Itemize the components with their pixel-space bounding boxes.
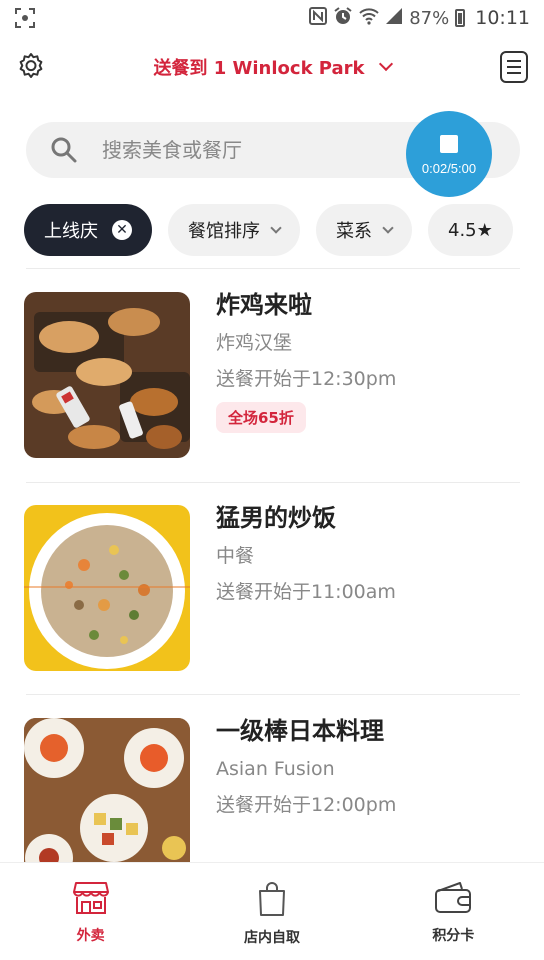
tab-label: 积分卡 [432,928,475,944]
divider [26,482,520,483]
delivery-address-selector[interactable]: 送餐到 1 Winlock Park [153,54,393,80]
divider [26,268,520,269]
tab-pickup[interactable]: 店内自取 [181,863,362,960]
settings-button[interactable] [14,50,48,84]
restaurant-delivery-time: 送餐开始于12:00pm [216,794,397,816]
restaurant-name: 一级棒日本料理 [216,717,384,745]
restaurant-image [24,505,190,671]
clock: 10:11 [475,7,530,29]
restaurant-cuisine: Asian Fusion [216,758,335,780]
filter-chip-label: 餐馆排序 [188,221,260,242]
bottom-navigation: 外卖 店内自取 积分卡 [0,862,544,960]
filter-chips: 上线庆 ✕ 餐馆排序 菜系 4.5★ [24,204,544,258]
filter-chip-sort[interactable]: 餐馆排序 [168,204,300,256]
status-bar: 87% 10:11 [0,0,544,36]
nfc-icon [309,7,328,29]
gear-icon [19,53,43,78]
storefront-icon [72,882,109,914]
filter-chip-rating[interactable]: 4.5★ [428,204,513,256]
battery-icon [455,9,466,27]
restaurant-name: 炸鸡来啦 [216,291,312,319]
delivery-address-label: 送餐到 1 Winlock Park [153,58,365,79]
search-icon [51,137,77,163]
divider [26,694,520,695]
record-timer: 0:02/5:00 [421,160,477,176]
stop-icon [440,134,458,153]
list-icon [507,60,521,62]
restaurant-name: 猛男的炒饭 [216,504,336,532]
wifi-icon [359,7,379,29]
restaurant-image [24,718,190,884]
tab-label: 外卖 [76,928,105,944]
shopping-bag-icon [258,882,285,916]
chevron-down-icon [270,221,282,234]
promo-badge: 全场65折 [216,402,306,433]
restaurant-card[interactable]: 猛男的炒饭 中餐 送餐开始于11:00am [24,504,520,695]
wallet-icon [435,882,472,913]
restaurant-image [24,292,190,458]
chevron-down-icon [382,221,394,234]
tab-label: 店内自取 [243,930,300,946]
battery-percent: 87% [409,7,450,29]
order-list-button[interactable] [500,51,528,83]
tab-delivery[interactable]: 外卖 [0,863,181,960]
screenshot-icon [15,8,35,28]
restaurant-delivery-time: 送餐开始于11:00am [216,581,396,603]
restaurant-cuisine: 中餐 [216,545,255,567]
filter-chip-label: 上线庆 [44,221,98,242]
header: 送餐到 1 Winlock Park [0,44,544,90]
filter-chip-label: 4.5★ [448,219,493,241]
close-icon[interactable]: ✕ [112,220,132,240]
filter-chip-cuisine[interactable]: 菜系 [316,204,412,256]
screen-record-button[interactable]: 0:02/5:00 [406,111,492,197]
tab-rewards[interactable]: 积分卡 [363,863,544,960]
alarm-icon [333,6,353,30]
search-input[interactable] [102,138,362,162]
restaurant-delivery-time: 送餐开始于12:30pm [216,368,397,390]
restaurant-cuisine: 炸鸡汉堡 [216,332,293,354]
filter-chip-label: 菜系 [336,221,372,242]
signal-icon [385,7,403,29]
chevron-down-icon [378,56,393,72]
filter-chip-promo[interactable]: 上线庆 ✕ [24,204,152,256]
restaurant-card[interactable]: 炸鸡来啦 炸鸡汉堡 送餐开始于12:30pm 全场65折 [24,291,520,482]
